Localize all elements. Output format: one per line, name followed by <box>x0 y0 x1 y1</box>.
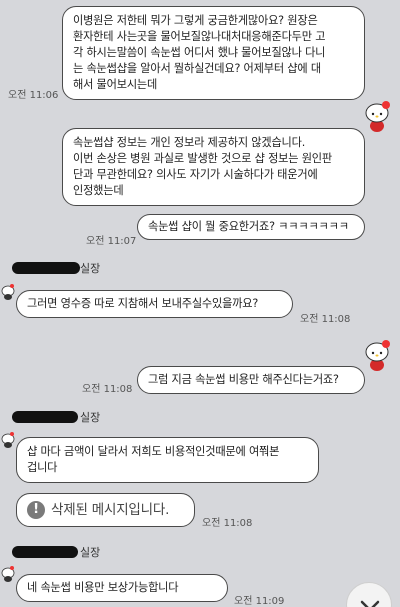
redacted-sender-name <box>12 262 80 274</box>
message-bubble-sent[interactable]: 그럼 지금 속눈썹 비용만 해주신다는거죠? <box>137 366 365 394</box>
message-line: 단과 무관한데요? 의사도 자기가 시술하다가 태운거에 <box>73 168 318 181</box>
deleted-message-bubble[interactable]: ! 삭제된 메시지입니다. <box>16 493 195 527</box>
message-bubble-sent[interactable]: 이병원은 저한테 뭐가 그렇게 궁금한게많아요? 원장은 환자한테 사는곳을 물… <box>62 6 365 100</box>
sender-name-suffix: 실장 <box>80 262 101 275</box>
message-bubble-received[interactable]: 샵 마다 금액이 달라서 저희도 비용적인것때문에 여쭤본 겁니다 <box>16 437 319 483</box>
timestamp: 오전 11:07 <box>86 236 137 247</box>
message-line: 인정했는데 <box>73 184 124 197</box>
message-line: 이번 손상은 병원 과실로 발생한 것으로 샵 정보는 원인판 <box>73 152 332 165</box>
hello-kitty-icon <box>1 284 15 300</box>
message-line: 그러면 영수증 따로 지참해서 보내주실수있을까요? <box>27 297 259 310</box>
message-bubble-received[interactable]: 그러면 영수증 따로 지참해서 보내주실수있을까요? <box>16 290 293 318</box>
sender-name-suffix: 실장 <box>80 546 101 559</box>
message-bubble-sent[interactable]: 속눈썹샵 정보는 개인 정보라 제공하지 않겠습니다. 이번 손상은 병원 과실… <box>62 128 365 206</box>
message-line: 샵 마다 금액이 달라서 저희도 비용적인것때문에 여쭤본 <box>27 445 280 458</box>
message-line: 해서 물어보시는데 <box>73 78 158 91</box>
message-bubble-sent[interactable]: 속눈썹 샵이 뭘 중요한거죠? ㅋㅋㅋㅋㅋㅋㅋ <box>137 214 365 240</box>
redacted-sender-name <box>12 411 78 423</box>
message-line: 각 하시는말씀이 속눈썹 어디서 했냐 물어보질않나 다니 <box>73 46 326 59</box>
message-bubble-received[interactable]: 네 속눈썹 비용만 보상가능합니다 <box>16 574 228 602</box>
deleted-message-text: 삭제된 메시지입니다. <box>51 502 170 518</box>
message-line: 이병원은 저한테 뭐가 그렇게 궁금한게많아요? 원장은 <box>73 14 318 27</box>
message-line: 네 속눈썹 비용만 보상가능합니다 <box>27 581 179 594</box>
sender-name-suffix: 실장 <box>80 411 101 424</box>
timestamp: 오전 11:08 <box>82 384 133 395</box>
timestamp: 오전 11:09 <box>234 596 285 607</box>
timestamp: 오전 11:08 <box>202 518 253 529</box>
message-line: 속눈썹 샵이 뭘 중요한거죠? ㅋㅋㅋㅋㅋㅋㅋ <box>148 220 349 233</box>
timestamp: 오전 11:06 <box>8 90 59 101</box>
message-line: 그럼 지금 속눈썹 비용만 해주신다는거죠? <box>148 373 339 386</box>
hello-kitty-icon <box>1 566 15 582</box>
redacted-sender-name <box>12 546 78 558</box>
hello-kitty-icon <box>1 432 15 448</box>
chevron-down-icon <box>360 600 380 607</box>
message-line: 겁니다 <box>27 461 58 474</box>
message-line: 속눈썹샵 정보는 개인 정보라 제공하지 않겠습니다. <box>73 136 306 149</box>
hello-kitty-icon <box>365 340 390 371</box>
hello-kitty-icon <box>365 101 390 132</box>
exclamation-icon: ! <box>27 501 45 519</box>
scroll-to-bottom-button[interactable] <box>346 582 392 607</box>
message-line: 환자한테 사는곳을 물어보질않나대처대응해준다두만 고 <box>73 30 326 43</box>
message-line: 는 속눈썹샵을 알아서 뭘하실건데요? 어제부터 샵에 대 <box>73 62 321 75</box>
timestamp: 오전 11:08 <box>300 314 351 325</box>
